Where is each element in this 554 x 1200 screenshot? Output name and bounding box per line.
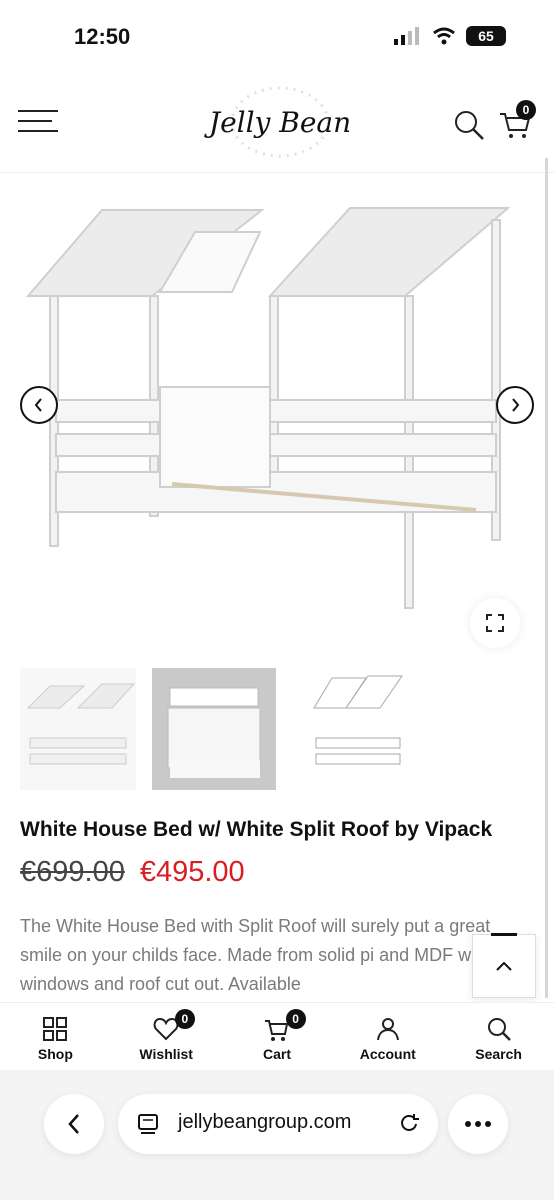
bottom-nav-cart[interactable]: 0 Cart <box>222 1003 333 1071</box>
battery-indicator: 65 <box>466 26 506 46</box>
grid-icon <box>43 1017 68 1041</box>
thumbnail-strip <box>20 668 410 790</box>
header-search-button[interactable] <box>452 108 486 142</box>
cart-badge: 0 <box>516 100 536 120</box>
zoom-button[interactable] <box>470 598 520 648</box>
bottom-nav-account[interactable]: Account <box>332 1003 443 1071</box>
cart-nav-badge: 0 <box>285 1009 306 1029</box>
product-main-image <box>25 207 511 609</box>
url-text: jellybeangroup.com <box>178 1111 352 1133</box>
sale-price: €495.00 <box>139 856 245 888</box>
header-cart-button[interactable]: 0 <box>498 100 536 142</box>
back-to-top-button[interactable] <box>472 933 536 998</box>
thumbnail-item[interactable] <box>20 668 136 790</box>
logo[interactable]: Jelly Bean <box>195 82 365 162</box>
browser-bar: jellybeangroup.com <box>0 1070 554 1200</box>
gallery-prev-button[interactable] <box>20 386 58 424</box>
status-icons: 65 <box>394 26 506 46</box>
user-icon <box>376 1018 399 1041</box>
product-description: The White House Bed with Split Roof will… <box>20 916 491 994</box>
thumbnail-bed-white <box>26 683 136 765</box>
bottom-nav-shop[interactable]: Shop <box>0 1003 111 1071</box>
chevron-right-icon <box>512 398 520 412</box>
logo-title: Jelly Bean <box>208 106 352 139</box>
thumbnail-item[interactable] <box>152 668 276 790</box>
product-gallery <box>0 172 554 660</box>
thumbnail-bed-room <box>152 668 276 790</box>
status-bar: 12:50 65 <box>0 0 554 72</box>
more-icon <box>465 1121 491 1127</box>
bottom-nav-search[interactable]: Search <box>443 1003 554 1071</box>
address-bar[interactable]: jellybeangroup.com <box>118 1094 438 1154</box>
bottom-nav-label: Wishlist <box>139 1046 193 1062</box>
search-icon <box>487 1018 511 1041</box>
status-time: 12:50 <box>74 24 131 49</box>
signal-icon <box>394 27 419 45</box>
wifi-icon <box>433 27 455 45</box>
chevron-left-icon <box>34 398 42 412</box>
bottom-navigation: Shop 0 Wishlist 0 Cart Account Search <box>0 1002 554 1071</box>
browser-back-button[interactable] <box>44 1094 104 1154</box>
bottom-nav-wishlist[interactable]: 0 Wishlist <box>111 1003 222 1071</box>
chevron-up-icon <box>496 961 512 971</box>
expand-icon <box>486 614 504 632</box>
site-header: Jelly Bean 0 <box>0 72 554 173</box>
search-icon <box>455 111 484 140</box>
chevron-left-icon <box>68 1114 79 1134</box>
gallery-next-button[interactable] <box>496 386 534 424</box>
refresh-icon[interactable] <box>398 1113 420 1135</box>
original-price: €699.00 <box>20 856 125 888</box>
thumbnail-bed-drawing <box>313 675 403 765</box>
bottom-nav-label: Shop <box>37 1046 73 1062</box>
product-title: White House Bed w/ White Split Roof by V… <box>20 818 493 841</box>
bottom-nav-label: Account <box>359 1046 416 1062</box>
thumbnail-item[interactable] <box>292 668 408 790</box>
wishlist-badge: 0 <box>174 1009 195 1029</box>
price-row: €699.00 €495.00 <box>20 856 245 889</box>
bottom-nav-label: Cart <box>262 1046 291 1062</box>
page-icon <box>138 1114 158 1134</box>
bottom-nav-label: Search <box>475 1046 522 1062</box>
menu-button[interactable] <box>18 110 58 138</box>
browser-more-button[interactable] <box>448 1094 508 1154</box>
